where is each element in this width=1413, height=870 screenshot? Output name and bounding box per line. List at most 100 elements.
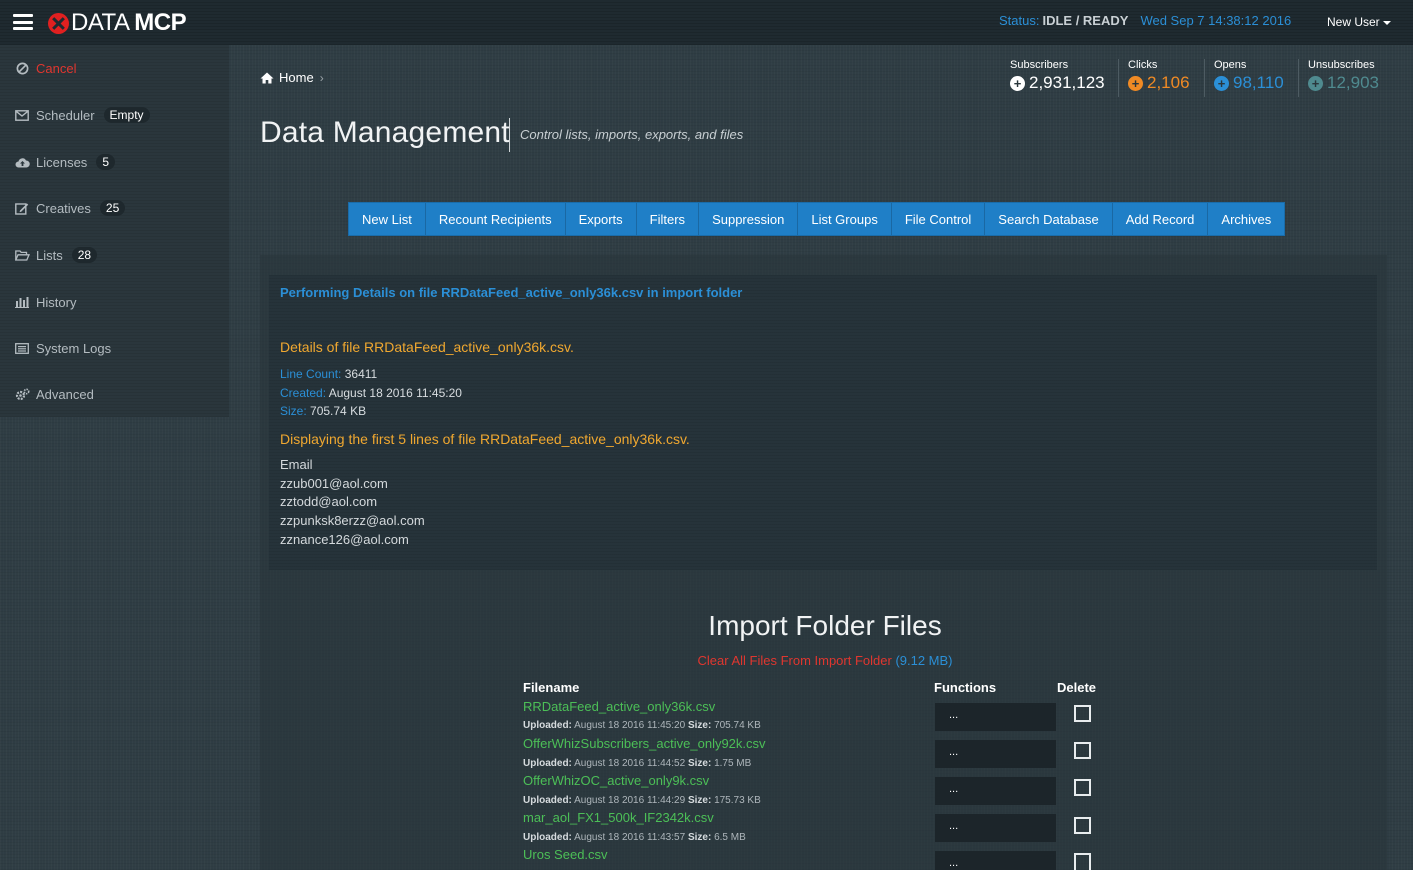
- folder-open-icon: [14, 248, 30, 262]
- file-meta: Uploaded: August 18 2016 11:43:57 Size: …: [523, 832, 746, 843]
- home-icon: [260, 72, 274, 84]
- sidebar-item-lists[interactable]: Lists 28: [14, 245, 98, 265]
- sidebar-item-label: Cancel: [36, 60, 77, 76]
- functions-select[interactable]: ...: [935, 814, 1056, 842]
- delete-checkbox[interactable]: [1074, 705, 1091, 722]
- preview-line: zztodd@aol.com: [280, 494, 378, 510]
- delete-checkbox[interactable]: [1074, 853, 1091, 870]
- status-value: IDLE / READY: [1042, 13, 1129, 28]
- col-header-delete: Delete: [1057, 680, 1097, 695]
- menu-icon[interactable]: [13, 14, 33, 30]
- tab-list-groups[interactable]: List Groups: [798, 203, 892, 235]
- tab-exports[interactable]: Exports: [566, 203, 637, 235]
- stat-label: Clicks: [1128, 59, 1158, 71]
- stat-clicks: Clicks +2,106: [1123, 59, 1190, 103]
- functions-select[interactable]: ...: [935, 777, 1056, 805]
- preview-line: zznance126@aol.com: [280, 531, 409, 547]
- sidebar-item-cancel[interactable]: Cancel: [14, 58, 76, 78]
- preview-line: zzpunksk8erzz@aol.com: [280, 513, 425, 529]
- line-count-value: 36411: [344, 367, 378, 381]
- stat-value: 12,903: [1327, 73, 1379, 92]
- title-divider: [509, 118, 510, 152]
- tab-new-list[interactable]: New List: [349, 203, 426, 235]
- size-value: 705.74 KB: [310, 404, 367, 418]
- plus-circle-icon: +: [1308, 75, 1323, 91]
- tab-archives[interactable]: Archives: [1208, 203, 1284, 235]
- functions-select[interactable]: ...: [935, 851, 1056, 870]
- delete-checkbox[interactable]: [1074, 817, 1091, 834]
- sidebar-item-history[interactable]: History: [14, 292, 76, 312]
- stat-subscribers: Subscribers +2,931,123: [1005, 59, 1105, 103]
- count-badge: Empty: [103, 107, 150, 123]
- created-row: Created: August 18 2016 11:45:20: [280, 386, 462, 400]
- sidebar-item-label: Advanced: [36, 386, 94, 402]
- created-value: August 18 2016 11:45:20: [328, 386, 462, 400]
- import-folder-title: Import Folder Files: [708, 610, 942, 641]
- logo-mark-icon: [48, 12, 69, 34]
- edit-icon: [14, 201, 30, 215]
- file-link[interactable]: OfferWhizSubscribers_active_only92k.csv: [523, 736, 766, 751]
- app-logo[interactable]: DATA MCP: [48, 9, 187, 36]
- tab-search-database[interactable]: Search Database: [985, 203, 1113, 235]
- breadcrumb[interactable]: Home ›: [260, 70, 324, 85]
- breadcrumb-home: Home: [279, 70, 314, 85]
- stat-opens: Opens +98,110: [1209, 59, 1284, 103]
- sidebar-item-label: Creatives: [36, 200, 91, 216]
- delete-checkbox[interactable]: [1074, 779, 1091, 796]
- sidebar-item-creatives[interactable]: Creatives 25: [14, 198, 126, 218]
- file-meta: Uploaded: August 18 2016 11:45:20 Size: …: [523, 720, 761, 731]
- functions-select[interactable]: ...: [935, 740, 1056, 768]
- tab-filters[interactable]: Filters: [637, 203, 700, 235]
- user-name: New User: [1327, 15, 1380, 29]
- preview-line: zzub001@aol.com: [280, 475, 388, 491]
- sidebar-item-system-logs[interactable]: System Logs: [14, 338, 111, 358]
- page-subtitle: Control lists, imports, exports, and fil…: [520, 127, 744, 142]
- page-title: Data Management: [260, 116, 510, 149]
- stat-divider: [1204, 59, 1205, 97]
- preview-heading: Displaying the first 5 lines of file RRD…: [280, 431, 690, 447]
- stat-value: 2,106: [1147, 73, 1190, 92]
- clear-all-files-link[interactable]: Clear All Files From Import Folder: [697, 653, 891, 668]
- tab-bar: New List Recount Recipients Exports Filt…: [348, 202, 1286, 236]
- sidebar-item-scheduler[interactable]: Scheduler Empty: [14, 105, 150, 125]
- file-details-panel: [269, 275, 1377, 570]
- file-meta: Uploaded: August 18 2016 11:44:29 Size: …: [523, 795, 761, 806]
- sidebar-item-licenses[interactable]: Licenses 5: [14, 152, 115, 172]
- cloud-upload-icon: [14, 155, 30, 169]
- line-count-row: Line Count: 36411: [280, 367, 377, 381]
- cogs-icon: [14, 387, 30, 401]
- sidebar-item-advanced[interactable]: Advanced: [14, 384, 94, 404]
- file-link[interactable]: RRDataFeed_active_only36k.csv: [523, 699, 715, 714]
- sidebar: Cancel Scheduler Empty Licenses 5 Creati…: [0, 45, 229, 417]
- file-link[interactable]: OfferWhizOC_active_only9k.csv: [523, 773, 709, 788]
- tab-recount-recipients[interactable]: Recount Recipients: [426, 203, 566, 235]
- stat-unsubscribes: Unsubscribes +12,903: [1303, 59, 1379, 103]
- caret-down-icon: [1382, 20, 1391, 25]
- tab-suppression[interactable]: Suppression: [699, 203, 799, 235]
- file-link[interactable]: Uros Seed.csv: [523, 847, 608, 862]
- col-header-functions: Functions: [934, 680, 997, 695]
- status-datetime: Wed Sep 7 14:38:12 2016: [1140, 13, 1292, 28]
- clear-files-row: Clear All Files From Import Folder (9.12…: [0, 653, 1413, 668]
- count-badge: 25: [99, 200, 126, 216]
- size-row: Size: 705.74 KB: [280, 404, 366, 418]
- bar-chart-icon: [14, 295, 30, 309]
- stat-divider: [1298, 59, 1299, 97]
- count-badge: 5: [96, 154, 115, 170]
- user-menu[interactable]: New User: [1327, 15, 1391, 29]
- preview-line: Email: [280, 457, 313, 472]
- sidebar-item-label: System Logs: [36, 340, 112, 356]
- delete-checkbox[interactable]: [1074, 742, 1091, 759]
- tab-file-control[interactable]: File Control: [892, 203, 986, 235]
- sidebar-item-label: Lists: [36, 247, 63, 263]
- sidebar-item-label: Scheduler: [36, 107, 95, 123]
- file-preview-lines: Email zzub001@aol.com zztodd@aol.com zzp…: [280, 457, 425, 550]
- status-indicator: Status: IDLE / READY Wed Sep 7 14:38:12 20…: [999, 13, 1291, 28]
- functions-select[interactable]: ...: [935, 703, 1056, 731]
- sidebar-item-label: Licenses: [36, 154, 88, 170]
- file-link[interactable]: mar_aol_FX1_500k_IF2342k.csv: [523, 810, 714, 825]
- created-label: Created:: [280, 386, 327, 400]
- envelope-icon: [14, 108, 30, 122]
- tab-add-record[interactable]: Add Record: [1113, 203, 1209, 235]
- ban-icon: [14, 61, 30, 75]
